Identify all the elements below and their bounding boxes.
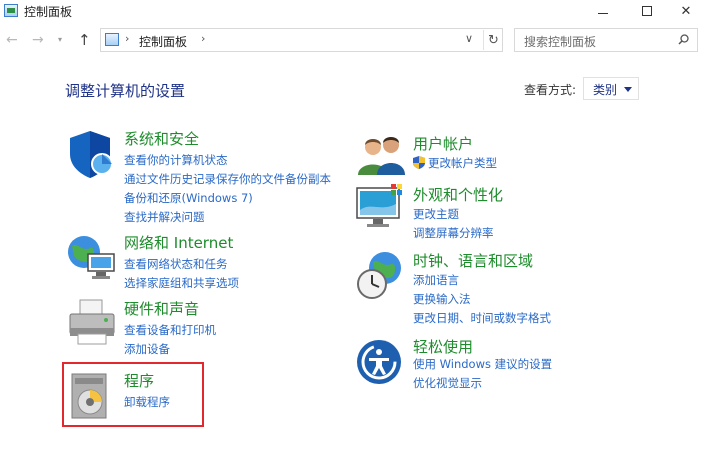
link-screen-resolution[interactable]: 调整屏幕分辨率	[413, 225, 494, 241]
address-dropdown-icon[interactable]: ∨	[465, 32, 473, 45]
user-accounts-icon[interactable]	[355, 131, 407, 183]
maximize-icon	[642, 6, 652, 16]
link-recommended-settings[interactable]: 使用 Windows 建议的设置	[413, 356, 552, 372]
category-title[interactable]: 硬件和声音	[124, 298, 199, 319]
category-title[interactable]: 时钟、语言和区域	[413, 250, 533, 271]
link-homegroup-sharing[interactable]: 选择家庭组和共享选项	[124, 275, 239, 291]
link-change-theme[interactable]: 更改主题	[413, 206, 459, 222]
refresh-button[interactable]: ↻	[483, 30, 503, 50]
forward-icon[interactable]: →	[32, 32, 44, 48]
view-by-value: 类别	[593, 83, 618, 97]
breadcrumb[interactable]: 控制面板	[139, 33, 187, 50]
title-bar: 控制面板 ✕	[0, 0, 704, 22]
link-backup-restore[interactable]: 备份和还原(Windows 7)	[124, 190, 253, 206]
highlight-box	[62, 362, 204, 427]
navigation-bar: ← → ▾ ↑ › 控制面板 › ∨ ↻ 搜索控制面板	[0, 26, 704, 54]
link-change-input-method[interactable]: 更换输入法	[413, 291, 471, 307]
link-troubleshoot[interactable]: 查找并解决问题	[124, 209, 205, 225]
category-title[interactable]: 用户帐户	[413, 133, 473, 154]
chevron-down-icon	[624, 87, 632, 92]
link-file-history[interactable]: 通过文件历史记录保存你的文件备份副本	[124, 171, 331, 187]
uac-shield-icon	[413, 156, 425, 169]
close-button[interactable]: ✕	[668, 0, 704, 22]
link-view-computer-status[interactable]: 查看你的计算机状态	[124, 152, 228, 168]
page-title: 调整计算机的设置	[65, 82, 186, 100]
link-devices-printers[interactable]: 查看设备和打印机	[124, 322, 216, 338]
category-title[interactable]: 网络和 Internet	[124, 232, 233, 253]
ease-of-access-icon[interactable]	[355, 336, 407, 388]
link-add-language[interactable]: 添加语言	[413, 272, 459, 288]
link-optimize-visual-display[interactable]: 优化视觉显示	[413, 375, 482, 391]
category-title[interactable]: 系统和安全	[124, 128, 199, 149]
category-title[interactable]: 外观和个性化	[413, 184, 503, 205]
control-panel-icon	[105, 33, 119, 46]
breadcrumb-separator-icon[interactable]: ›	[125, 32, 129, 45]
security-shield-icon[interactable]	[66, 128, 118, 180]
maximize-button[interactable]	[624, 0, 670, 22]
display-personalization-icon[interactable]	[355, 182, 407, 234]
window-title: 控制面板	[24, 5, 73, 19]
network-globe-icon[interactable]	[66, 232, 118, 284]
link-add-device[interactable]: 添加设备	[124, 341, 170, 357]
up-icon[interactable]: ↑	[78, 31, 91, 49]
view-by-dropdown[interactable]: 类别	[583, 77, 639, 100]
search-input[interactable]: 搜索控制面板	[514, 28, 698, 52]
breadcrumb-separator-icon[interactable]: ›	[201, 32, 205, 45]
view-by-label: 查看方式:	[524, 83, 577, 97]
minimize-icon	[598, 12, 608, 14]
clock-globe-icon[interactable]	[355, 250, 407, 302]
refresh-icon: ↻	[488, 32, 499, 48]
minimize-button[interactable]	[580, 0, 626, 22]
address-bar[interactable]: › 控制面板 › ∨ ↻	[100, 28, 503, 52]
search-icon[interactable]	[678, 34, 689, 45]
link-change-account-type[interactable]: 更改帐户类型	[428, 155, 497, 171]
printer-icon[interactable]	[66, 298, 118, 350]
control-panel-icon	[4, 4, 18, 17]
search-placeholder: 搜索控制面板	[524, 35, 597, 49]
recent-locations-icon[interactable]: ▾	[58, 35, 62, 44]
link-network-status[interactable]: 查看网络状态和任务	[124, 256, 228, 272]
back-icon[interactable]: ←	[6, 32, 18, 48]
link-change-date-time-format[interactable]: 更改日期、时间或数字格式	[413, 310, 551, 326]
category-title[interactable]: 轻松使用	[413, 336, 473, 357]
close-icon: ✕	[680, 3, 692, 19]
